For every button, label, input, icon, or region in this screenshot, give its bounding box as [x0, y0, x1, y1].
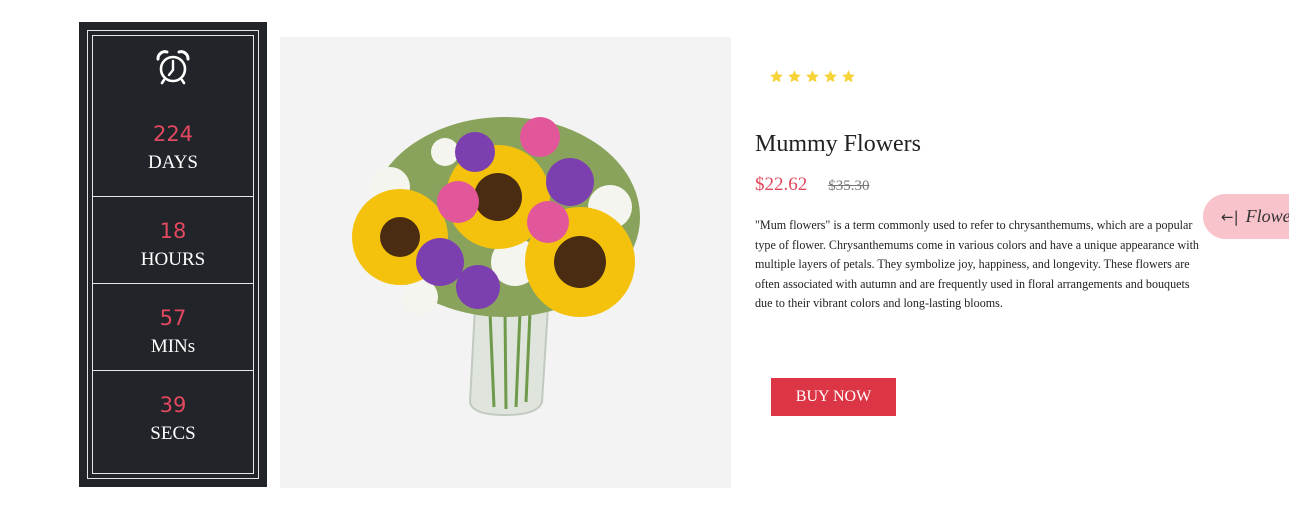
product-description: "Mum flowers" is a term commonly used to… — [755, 218, 1199, 310]
side-tab-label: Flowers — [1245, 206, 1289, 226]
countdown-panel: 224 DAYS 18 HOURS 57 MINs 39 SECS — [79, 22, 267, 487]
rating-stars — [769, 69, 856, 84]
star-icon — [788, 70, 801, 83]
secs-value: 39 — [159, 393, 187, 417]
days-value: 224 — [152, 122, 194, 146]
days-label: DAYS — [148, 152, 198, 173]
countdown-inner-frame: 224 DAYS 18 HOURS 57 MINs 39 SECS — [92, 35, 254, 474]
mins-label: MINs — [150, 336, 196, 357]
current-price: $22.62 — [755, 174, 808, 195]
product-image[interactable] — [280, 37, 731, 488]
countdown-mins: 57 MINs — [93, 283, 253, 370]
mins-value: 57 — [159, 306, 187, 330]
side-tab-flowers[interactable]: ←| Flowers — [1203, 194, 1289, 239]
product-title[interactable]: Mummy Flowers — [755, 131, 921, 158]
secs-label: SECS — [150, 423, 196, 444]
price-row: $22.62 $35.30 — [755, 174, 870, 196]
hours-value: 18 — [159, 219, 187, 243]
star-icon — [842, 70, 855, 83]
hours-label: HOURS — [140, 249, 206, 270]
countdown-secs: 39 SECS — [93, 370, 253, 457]
buy-now-button[interactable]: BUY NOW — [771, 378, 896, 416]
arrow-left-bar-icon: ←| — [1221, 207, 1239, 226]
old-price: $35.30 — [828, 178, 870, 194]
star-icon — [824, 70, 837, 83]
countdown-hours: 18 HOURS — [93, 196, 253, 283]
countdown-frame: 224 DAYS 18 HOURS 57 MINs 39 SECS — [87, 30, 259, 479]
star-icon — [806, 70, 819, 83]
star-icon — [770, 70, 783, 83]
countdown-days: 224 DAYS — [93, 100, 253, 186]
alarm-clock-icon — [93, 48, 253, 88]
flower-bouquet-image — [352, 117, 640, 417]
